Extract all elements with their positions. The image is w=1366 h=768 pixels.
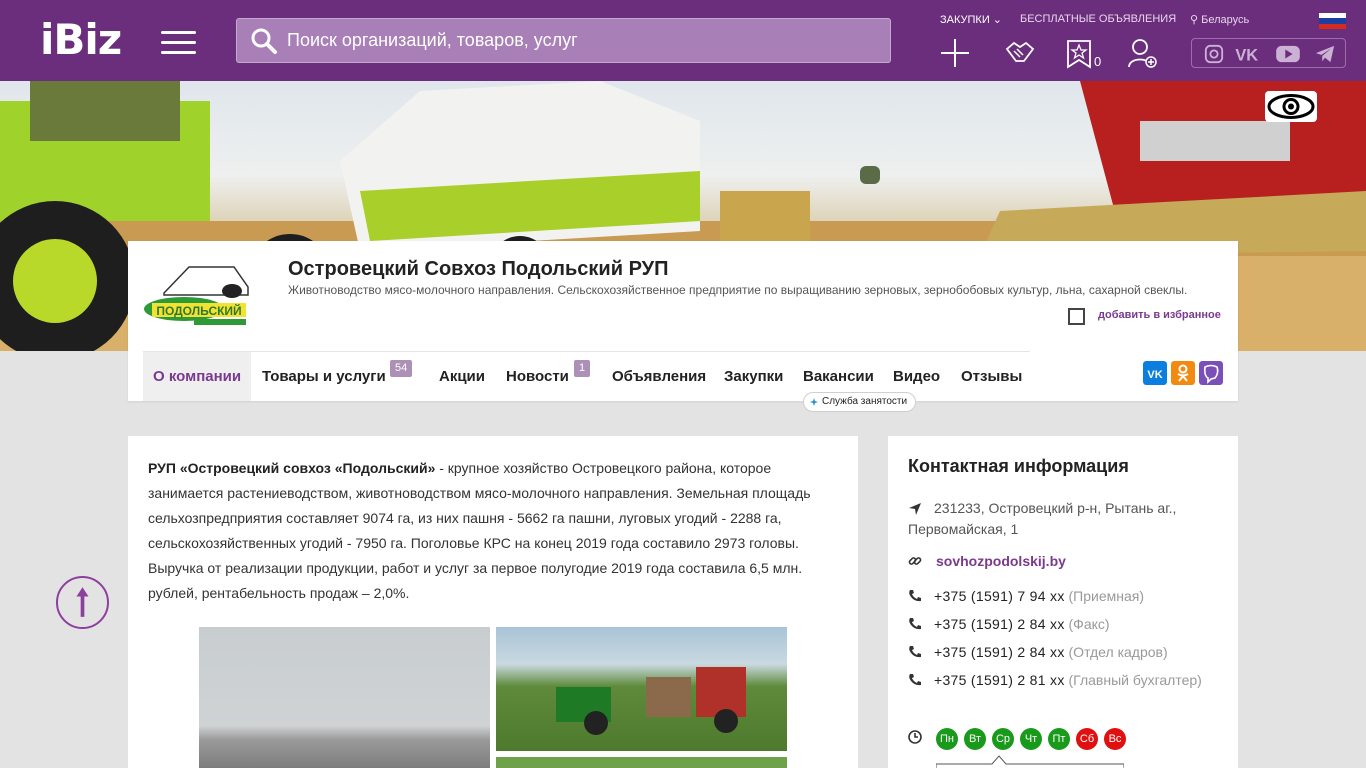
clock-icon — [908, 730, 922, 744]
vk-icon[interactable]: VK — [1234, 44, 1264, 64]
phone-icon — [909, 590, 921, 602]
phone-icon — [909, 674, 921, 686]
website-link[interactable]: sovhozpodolskij.by — [936, 553, 1066, 569]
products-count-badge: 54 — [390, 360, 413, 377]
day-sat[interactable]: Сб — [1076, 728, 1098, 750]
about-section: РУП «Островецкий совхоз «Подольский» - к… — [128, 436, 858, 768]
field-photo[interactable] — [496, 757, 787, 768]
phone-note: (Главный бухгалтер) — [1068, 672, 1202, 688]
day-wed[interactable]: Ср — [992, 728, 1014, 750]
favorites-count: 0 — [1094, 54, 1102, 69]
hours-tooltip-pointer — [936, 755, 1124, 768]
location-arrow-icon — [909, 503, 921, 515]
eye-icon[interactable] — [1265, 91, 1317, 122]
about-lead: РУП «Островецкий совхоз «Подольский» — [148, 460, 436, 476]
star-icon — [810, 398, 818, 406]
phone-row: +375 (1591) 2 81 xx (Главный бухгалтер) — [908, 670, 1218, 691]
news-count-badge: 1 — [574, 360, 591, 377]
svg-text:VK: VK — [1147, 369, 1162, 381]
day-thu[interactable]: Чт — [1020, 728, 1042, 750]
company-title: Островецкий Совхоз Подольский РУП — [288, 258, 669, 280]
telegram-icon[interactable] — [1314, 44, 1336, 64]
phone-note: (Отдел кадров) — [1068, 644, 1168, 660]
russian-flag-icon[interactable] — [1319, 13, 1346, 29]
phone-number[interactable]: +375 (1591) 2 84 xx — [934, 616, 1065, 632]
purchases-link[interactable]: ЗАКУПКИ ⌄ — [940, 13, 1002, 26]
tab-reviews[interactable]: Отзывы — [961, 352, 1022, 401]
contacts-title: Контактная информация — [908, 456, 1129, 476]
phone-row: +375 (1591) 2 84 xx (Отдел кадров) — [908, 642, 1218, 663]
search-box[interactable] — [236, 18, 891, 63]
search-icon[interactable] — [250, 27, 278, 55]
phone-row: +375 (1591) 2 84 xx (Факс) — [908, 614, 1218, 635]
phone-note: (Приемная) — [1068, 588, 1145, 604]
phone-number[interactable]: +375 (1591) 2 84 xx — [934, 644, 1065, 660]
add-user-icon[interactable] — [1127, 37, 1159, 69]
tab-products[interactable]: Товары и услуги — [262, 352, 386, 401]
viber-share-icon[interactable] — [1199, 361, 1223, 385]
instagram-icon[interactable] — [1203, 44, 1225, 64]
phone-icon — [909, 618, 921, 630]
favorite-checkbox[interactable] — [1068, 308, 1085, 325]
day-fri[interactable]: Пт — [1048, 728, 1070, 750]
phone-row: +375 (1591) 7 94 xx (Приемная) — [908, 586, 1218, 607]
search-input[interactable] — [287, 19, 882, 62]
svg-text:VK: VK — [1235, 46, 1258, 64]
website-row: sovhozpodolskij.by — [908, 551, 1218, 572]
favorites-star-icon[interactable] — [1064, 37, 1096, 69]
free-ads-link[interactable]: БЕСПЛАТНЫЕ ОБЪЯВЛЕНИЯ — [1020, 13, 1176, 25]
odnoklassniki-share-icon[interactable] — [1171, 361, 1195, 385]
region-link[interactable]: ⚲ Беларусь — [1190, 13, 1249, 26]
day-mon[interactable]: Пн — [936, 728, 958, 750]
day-tue[interactable]: Вт — [964, 728, 986, 750]
address: 231233, Островецкий р-н, Рытань аг., Пер… — [908, 500, 1177, 537]
chevron-down-icon: ⌄ — [992, 14, 1003, 26]
employment-service-tip[interactable]: Служба занятости — [803, 392, 917, 412]
social-links: VK — [1191, 38, 1346, 68]
tab-news[interactable]: Новости — [506, 352, 569, 401]
ibiz-logo[interactable]: iBiz — [40, 18, 122, 62]
tab-about[interactable]: О компании — [143, 352, 252, 401]
top-bar: iBiz ЗАКУПКИ ⌄ БЕСПЛАТНЫЕ ОБЪЯВЛЕНИЯ ⚲ Б… — [0, 0, 1366, 81]
day-sun[interactable]: Вс — [1104, 728, 1126, 750]
tab-purchases[interactable]: Закупки — [724, 352, 783, 401]
farm-building-photo[interactable] — [199, 627, 490, 768]
link-icon — [908, 557, 922, 565]
contacts-panel: Контактная информация 231233, Островецки… — [888, 436, 1238, 768]
about-text: РУП «Островецкий совхоз «Подольский» - к… — [148, 456, 838, 606]
phone-note: (Факс) — [1068, 616, 1110, 632]
youtube-icon[interactable] — [1274, 44, 1302, 64]
tab-promotions[interactable]: Акции — [439, 352, 485, 401]
add-to-favorites-link[interactable]: добавить в избранное — [1098, 309, 1221, 321]
location-pin-icon: ⚲ — [1190, 14, 1199, 26]
phone-number[interactable]: +375 (1591) 7 94 xx — [934, 588, 1065, 604]
scroll-up-arrow-icon[interactable] — [56, 576, 109, 629]
menu-icon[interactable] — [161, 31, 196, 54]
svg-text:ПОДОЛЬСКИЙ: ПОДОЛЬСКИЙ — [156, 303, 241, 318]
handshake-icon[interactable] — [1004, 37, 1036, 69]
vk-share-icon[interactable]: VK — [1143, 361, 1167, 385]
phone-number[interactable]: +375 (1591) 2 81 xx — [934, 672, 1065, 688]
harvester-photo[interactable] — [496, 627, 787, 751]
about-body: - крупное хозяйство Островецкого района,… — [148, 460, 811, 601]
company-subtitle: Животноводство мясо-молочного направлени… — [288, 283, 1188, 297]
tab-ads[interactable]: Объявления — [612, 352, 706, 401]
phone-icon — [909, 646, 921, 658]
plus-icon[interactable] — [939, 37, 971, 69]
company-card: ПОДОЛЬСКИЙ Островецкий Совхоз Подольский… — [128, 241, 1238, 401]
company-logo: ПОДОЛЬСКИЙ — [144, 266, 249, 325]
harvester-image — [556, 667, 746, 735]
